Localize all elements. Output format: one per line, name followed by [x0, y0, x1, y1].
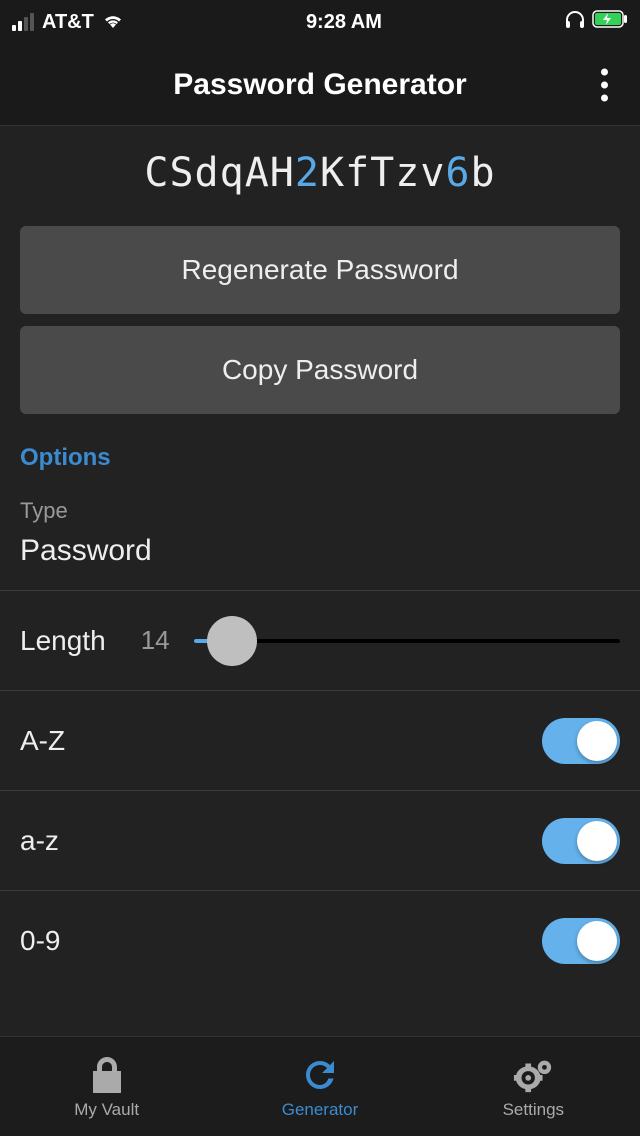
bottom-nav: My Vault Generator Settings — [0, 1036, 640, 1136]
main-content: CSdqAH2KfTzv6b Regenerate Password Copy … — [0, 126, 640, 1036]
nav-label-vault: My Vault — [74, 1100, 139, 1120]
copy-button[interactable]: Copy Password — [20, 326, 620, 414]
wifi-icon — [102, 11, 124, 34]
refresh-icon — [299, 1054, 341, 1096]
length-value: 14 — [130, 625, 170, 656]
app-header: Password Generator — [0, 44, 640, 126]
signal-icon — [12, 13, 34, 31]
toggle-label-lowercase: a-z — [20, 825, 59, 857]
type-value: Password — [20, 534, 620, 568]
toggle-uppercase[interactable] — [542, 718, 620, 764]
status-time: 9:28 AM — [306, 11, 382, 34]
gears-icon — [512, 1054, 554, 1096]
toggle-label-digits: 0-9 — [20, 925, 60, 957]
status-right — [564, 9, 628, 35]
toggle-label-uppercase: A-Z — [20, 725, 65, 757]
more-dots-icon — [601, 68, 608, 75]
headphones-icon — [564, 9, 586, 35]
regenerate-button[interactable]: Regenerate Password — [20, 226, 620, 314]
nav-generator[interactable]: Generator — [213, 1037, 426, 1136]
nav-label-settings: Settings — [503, 1100, 564, 1120]
toggle-knob — [577, 821, 617, 861]
nav-label-generator: Generator — [282, 1100, 359, 1120]
options-section-label: Options — [0, 426, 640, 492]
battery-icon — [592, 10, 628, 34]
carrier-label: AT&T — [42, 11, 94, 34]
toggle-knob — [577, 721, 617, 761]
toggle-knob — [577, 921, 617, 961]
nav-my-vault[interactable]: My Vault — [0, 1037, 213, 1136]
slider-track — [194, 639, 620, 643]
nav-settings[interactable]: Settings — [427, 1037, 640, 1136]
type-label: Type — [20, 498, 620, 524]
toggle-digits[interactable] — [542, 918, 620, 964]
type-row[interactable]: Type Password — [0, 492, 640, 591]
page-title: Password Generator — [173, 68, 466, 102]
toggle-row-uppercase: A-Z — [0, 691, 640, 791]
toggle-row-digits: 0-9 — [0, 891, 640, 991]
more-options-button[interactable] — [591, 58, 618, 111]
status-left: AT&T — [12, 11, 124, 34]
length-row: Length 14 — [0, 591, 640, 691]
status-bar: AT&T 9:28 AM — [0, 0, 640, 44]
action-buttons: Regenerate Password Copy Password — [0, 226, 640, 426]
toggle-row-lowercase: a-z — [0, 791, 640, 891]
toggle-lowercase[interactable] — [542, 818, 620, 864]
slider-thumb[interactable] — [207, 616, 257, 666]
length-slider[interactable] — [194, 616, 620, 666]
generated-password: CSdqAH2KfTzv6b — [0, 126, 640, 226]
length-label: Length — [20, 625, 106, 657]
lock-icon — [86, 1054, 128, 1096]
